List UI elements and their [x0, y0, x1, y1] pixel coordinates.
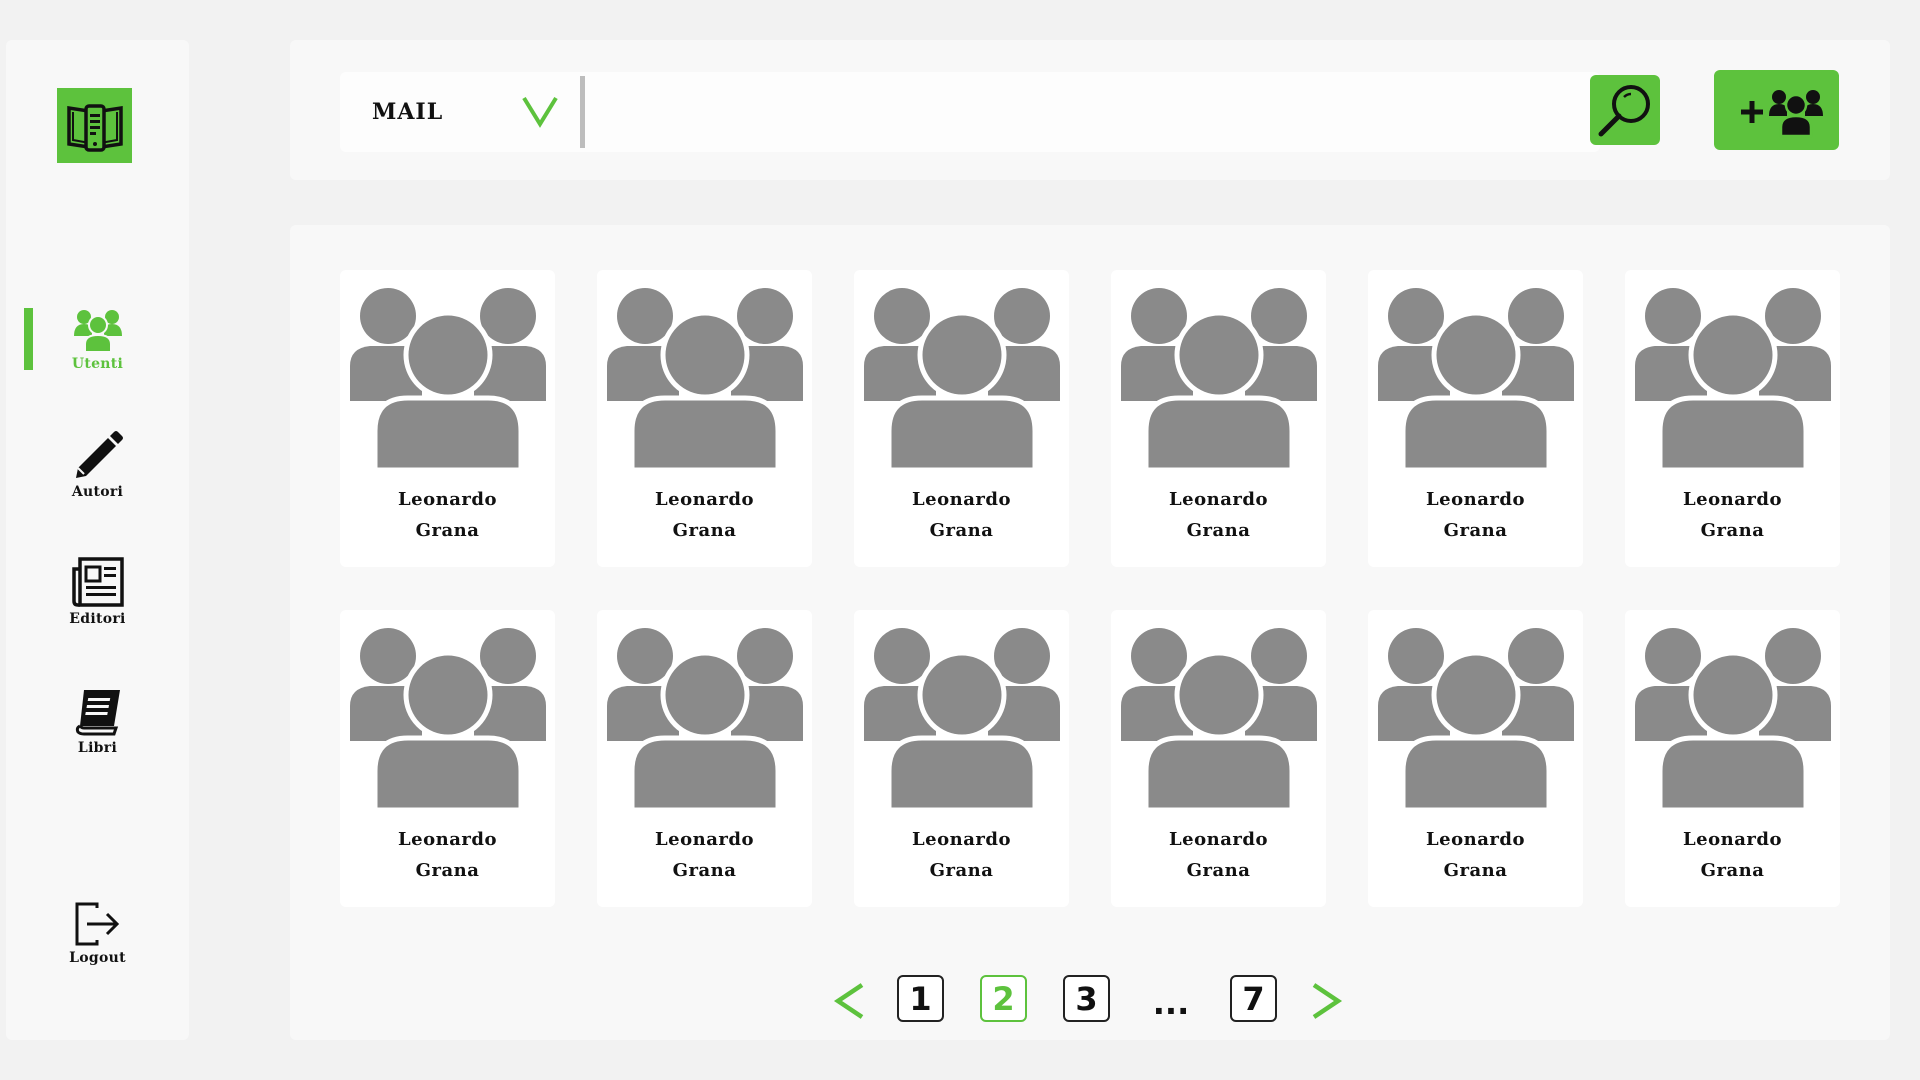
user-last-name: Grana	[1443, 860, 1508, 881]
chevron-down-icon	[522, 96, 558, 128]
user-card[interactable]: Leonardo Grana	[597, 270, 812, 567]
user-name: Leonardo Grana	[1169, 824, 1268, 886]
user-name: Leonardo Grana	[912, 484, 1011, 546]
user-card[interactable]: Leonardo Grana	[340, 270, 555, 567]
user-card[interactable]: Leonardo Grana	[1625, 270, 1840, 567]
user-avatar-icon	[1377, 628, 1574, 810]
sidebar-item-libri[interactable]: Libri	[6, 688, 189, 756]
user-card[interactable]: Leonardo Grana	[854, 270, 1069, 567]
user-avatar-icon	[863, 288, 1060, 470]
user-last-name: Grana	[1700, 520, 1765, 541]
search-button[interactable]	[1590, 75, 1660, 145]
filter-dropdown[interactable]: MAIL	[340, 72, 580, 152]
user-name: Leonardo Grana	[1683, 824, 1782, 886]
user-name: Leonardo Grana	[1683, 484, 1782, 546]
user-avatar-icon	[1634, 628, 1831, 810]
user-name: Leonardo Grana	[655, 484, 754, 546]
user-first-name: Leonardo	[655, 829, 754, 850]
user-last-name: Grana	[672, 520, 737, 541]
user-name: Leonardo Grana	[398, 824, 497, 886]
sidebar-item-label: Utenti	[71, 356, 124, 372]
user-avatar-icon	[1377, 288, 1574, 470]
next-page-icon[interactable]	[1310, 981, 1344, 1021]
user-first-name: Leonardo	[1683, 829, 1782, 850]
page-button[interactable]: 7	[1230, 975, 1277, 1022]
user-card[interactable]: Leonardo Grana	[1368, 610, 1583, 907]
user-first-name: Leonardo	[1426, 489, 1525, 510]
user-card[interactable]: Leonardo Grana	[597, 610, 812, 907]
user-avatar-icon	[1120, 288, 1317, 470]
newspaper-icon	[71, 557, 124, 607]
user-last-name: Grana	[1700, 860, 1765, 881]
users-icon	[73, 310, 122, 352]
pagination: 1 2 3 ... 7	[290, 975, 1890, 1031]
sidebar-item-label: Autori	[71, 484, 124, 500]
users-panel: Leonardo Grana Leonardo Grana Leonardo Grana L…	[290, 225, 1890, 1040]
user-grid: Leonardo Grana Leonardo Grana Leonardo Grana L…	[340, 270, 1840, 907]
page-button-current[interactable]: 2	[980, 975, 1027, 1022]
user-name: Leonardo Grana	[1169, 484, 1268, 546]
search-icon	[1598, 85, 1650, 137]
user-card[interactable]: Leonardo Grana	[340, 610, 555, 907]
prev-page-icon[interactable]	[832, 981, 866, 1021]
sidebar-item-editori[interactable]: Editori	[6, 557, 189, 627]
user-first-name: Leonardo	[1169, 829, 1268, 850]
user-name: Leonardo Grana	[398, 484, 497, 546]
search-input[interactable]	[592, 80, 1376, 146]
user-card[interactable]: Leonardo Grana	[854, 610, 1069, 907]
user-name: Leonardo Grana	[655, 824, 754, 886]
user-first-name: Leonardo	[912, 489, 1011, 510]
user-card[interactable]: Leonardo Grana	[1368, 270, 1583, 567]
logout-icon	[75, 902, 119, 946]
page-button[interactable]: 1	[897, 975, 944, 1022]
user-avatar-icon	[606, 628, 803, 810]
user-card[interactable]: Leonardo Grana	[1111, 270, 1326, 567]
sidebar-item-label: Editori	[69, 611, 126, 627]
user-card[interactable]: Leonardo Grana	[1111, 610, 1326, 907]
search-divider	[580, 76, 585, 148]
user-avatar-icon	[349, 288, 546, 470]
logout-button[interactable]: Logout	[6, 902, 189, 966]
sidebar: Utenti Autori Editori Libri Logout	[6, 40, 189, 1040]
add-users-icon	[1740, 90, 1823, 138]
user-avatar-icon	[349, 628, 546, 810]
page-ellipsis: ...	[1152, 984, 1190, 1022]
user-name: Leonardo Grana	[1426, 824, 1525, 886]
user-last-name: Grana	[672, 860, 737, 881]
book-phone-icon	[66, 103, 123, 152]
user-avatar-icon	[606, 288, 803, 470]
user-last-name: Grana	[415, 860, 480, 881]
user-avatar-icon	[1120, 628, 1317, 810]
user-last-name: Grana	[1186, 860, 1251, 881]
search-bar: MAIL	[340, 72, 1600, 152]
user-first-name: Leonardo	[398, 829, 497, 850]
user-first-name: Leonardo	[1426, 829, 1525, 850]
user-card[interactable]: Leonardo Grana	[1625, 610, 1840, 907]
app-logo[interactable]	[57, 88, 132, 163]
user-last-name: Grana	[929, 520, 994, 541]
user-first-name: Leonardo	[912, 829, 1011, 850]
user-avatar-icon	[1634, 288, 1831, 470]
user-last-name: Grana	[929, 860, 994, 881]
user-name: Leonardo Grana	[1426, 484, 1525, 546]
user-first-name: Leonardo	[1683, 489, 1782, 510]
user-first-name: Leonardo	[398, 489, 497, 510]
page-button[interactable]: 3	[1063, 975, 1110, 1022]
user-last-name: Grana	[415, 520, 480, 541]
pencil-icon	[75, 431, 123, 478]
sidebar-item-autori[interactable]: Autori	[6, 428, 189, 500]
user-first-name: Leonardo	[1169, 489, 1268, 510]
book-icon	[75, 690, 120, 736]
user-last-name: Grana	[1186, 520, 1251, 541]
user-last-name: Grana	[1443, 520, 1508, 541]
sidebar-item-utenti[interactable]: Utenti	[6, 308, 189, 372]
add-user-button[interactable]	[1714, 70, 1839, 150]
user-first-name: Leonardo	[655, 489, 754, 510]
filter-label: MAIL	[372, 99, 444, 125]
user-avatar-icon	[863, 628, 1060, 810]
user-name: Leonardo Grana	[912, 824, 1011, 886]
sidebar-item-label: Libri	[77, 740, 118, 756]
logout-label: Logout	[69, 950, 126, 966]
